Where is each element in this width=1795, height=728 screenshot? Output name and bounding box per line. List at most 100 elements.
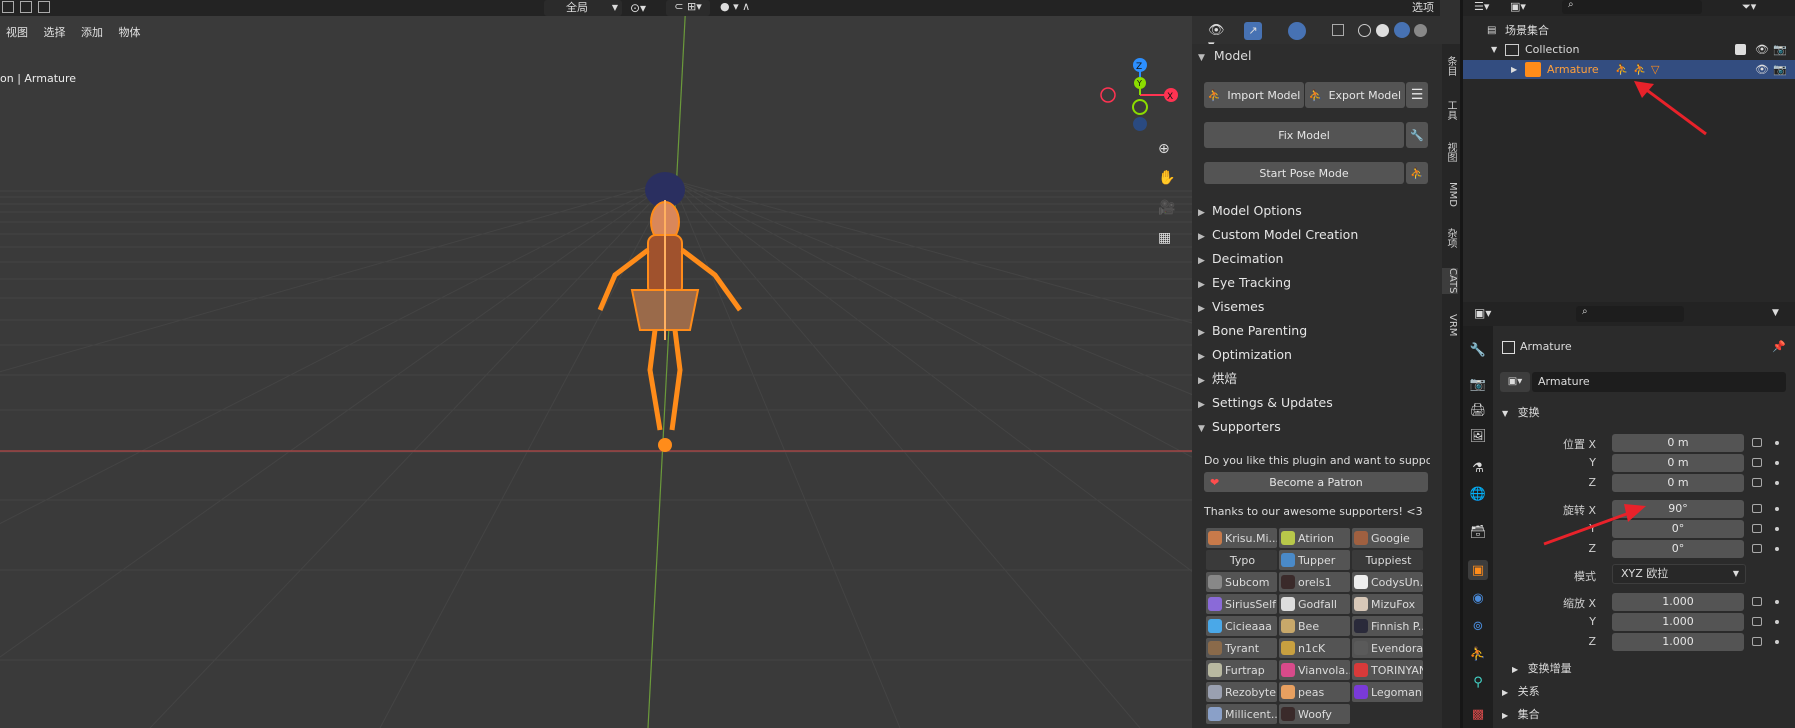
become-patron-button[interactable]: ❤ Become a Patron [1204,472,1428,492]
select-mode-icons[interactable] [2,1,57,14]
lock-icon[interactable] [1752,504,1762,513]
sidebar-tab-cats[interactable]: CATS [1442,268,1458,294]
supporter-button[interactable]: Googie [1352,528,1423,548]
camera-icon[interactable]: 🎥 [1158,200,1176,218]
supporter-button[interactable]: CodysUn... [1352,572,1423,592]
supporter-button[interactable]: Tyrant [1206,638,1277,658]
supporter-button[interactable]: Tuppiest [1352,550,1423,570]
location-z-field[interactable]: 0 m [1612,474,1744,492]
collections-header[interactable]: ▶ 集合 [1500,706,1540,724]
section-optimization[interactable]: ▶ Optimization [1198,344,1442,366]
tool-tab-icon[interactable]: 🔧 [1468,340,1488,360]
scene-tab-icon[interactable]: ⚗ [1468,458,1488,478]
render-tab-icon[interactable]: 📷 [1468,374,1488,394]
xray-toggle-icon[interactable] [1332,24,1344,36]
supporter-button[interactable]: MizuFox [1352,594,1423,614]
supporter-button[interactable]: Legoman... [1352,682,1423,702]
transform-orientation-dropdown[interactable]: 全局 ▼ [544,0,622,16]
supporter-button[interactable]: Krisu.Mi... [1206,528,1277,548]
supporter-button[interactable]: Tupper [1279,550,1350,570]
sidebar-tab-vrm[interactable]: VRM [1442,314,1458,336]
menu-object[interactable]: 物体 [119,25,141,41]
object-name-field[interactable]: Armature [1532,372,1786,392]
keyframe-dot-icon[interactable] [1775,600,1779,604]
location-y-field[interactable]: 0 m [1612,454,1744,472]
location-x-field[interactable]: 0 m [1612,434,1744,452]
lock-icon[interactable] [1752,438,1762,447]
keyframe-dot-icon[interactable] [1775,527,1779,531]
armature-data-tab-icon[interactable]: ⛹ [1468,644,1488,664]
navigation-gizmo[interactable]: Z X Y [1096,50,1186,140]
menu-add[interactable]: 添加 [81,25,103,41]
chevron-down-icon[interactable]: ▼ [1772,308,1779,318]
export-model-button[interactable]: ⛹ Export Model [1305,82,1405,108]
scale-y-field[interactable]: 1.000 [1612,613,1744,631]
section-settings-updates[interactable]: ▶ Settings & Updates [1198,392,1442,414]
viewport-3d[interactable]: 全局 ▼ ⊙▾ ⊂ ⊞▾ ● ▾ ∧ 选项 视图 选择 添加 物体 on | A… [0,0,1440,728]
transform-section-header[interactable]: ▼ 变换 [1500,404,1790,422]
menu-view[interactable]: 视图 [6,25,28,41]
import-model-button[interactable]: ⛹ Import Model [1204,82,1304,108]
lock-icon[interactable] [1752,637,1762,646]
view-layer-tab-icon[interactable]: 🖼 [1468,426,1488,446]
supporter-button[interactable]: Vianvola... [1279,660,1350,680]
section-visemes[interactable]: ▶ Visemes [1198,296,1442,318]
object-tab-icon[interactable]: ▣ [1468,560,1488,580]
keyframe-dot-icon[interactable] [1775,461,1779,465]
outliner-display-mode-icon[interactable]: ☰▾ [1474,0,1489,13]
physics-tab-icon[interactable]: ◉ [1468,588,1488,608]
keyframe-dot-icon[interactable] [1775,640,1779,644]
collection-tab-icon[interactable]: 🗃 [1468,522,1488,542]
delta-transform-header[interactable]: ▶ 变换增量 [1512,660,1572,678]
options-dropdown[interactable]: 选项 [1412,0,1440,16]
collection-row[interactable]: ▼ Collection 👁 📷 [1463,41,1795,59]
start-pose-mode-button[interactable]: Start Pose Mode [1204,162,1404,184]
section-supporters[interactable]: ▼ Supporters [1198,416,1442,438]
overlay-toggle-icon[interactable] [1288,22,1306,40]
supporter-button[interactable]: Furtrap [1206,660,1277,680]
sidebar-tab-misc[interactable]: 杂项 [1442,228,1458,248]
eye-icon[interactable]: 👁 [1755,60,1769,79]
outliner-search-input[interactable]: ⌕ [1562,0,1702,14]
armature-row[interactable]: ▶ Armature ⛹ ⛹ ▽ 👁 📷 [1463,60,1795,79]
keyframe-dot-icon[interactable] [1775,620,1779,624]
supporter-button[interactable]: Atirion [1279,528,1350,548]
sidebar-tab-mmd[interactable]: MMD [1442,182,1458,207]
sidebar-tab-item[interactable]: 条目 [1442,56,1458,76]
bone-tab-icon[interactable]: ⚲ [1468,672,1488,692]
keyframe-dot-icon[interactable] [1775,441,1779,445]
section-eye-tracking[interactable]: ▶ Eye Tracking [1198,272,1442,294]
zoom-icon[interactable]: ⊕ [1158,141,1176,159]
sidebar-tab-view[interactable]: 视图 [1442,142,1458,162]
supporter-button[interactable]: peas [1279,682,1350,702]
lock-icon[interactable] [1752,544,1762,553]
keyframe-dot-icon[interactable] [1775,547,1779,551]
model-menu-button[interactable]: ☰ [1406,82,1428,108]
supporter-button[interactable]: Millicent... [1206,704,1277,724]
section-decimation[interactable]: ▶ Decimation [1198,248,1442,270]
section-bake[interactable]: ▶ 烘焙 [1198,368,1442,390]
select-subtract-icon[interactable] [38,1,50,13]
lock-icon[interactable] [1752,478,1762,487]
section-custom-model-creation[interactable]: ▶ Custom Model Creation [1198,224,1442,246]
supporter-button[interactable]: Godfall [1279,594,1350,614]
checkbox-icon[interactable] [1735,44,1746,55]
shading-solid-icon[interactable] [1376,24,1389,37]
scale-x-field[interactable]: 1.000 [1612,593,1744,611]
pivot-dropdown[interactable]: ⊙▾ [630,1,658,15]
sidebar-tab-tool[interactable]: 工具 [1442,100,1458,120]
scale-z-field[interactable]: 1.000 [1612,633,1744,651]
object-selector-dropdown[interactable]: ▣▾ [1500,372,1530,392]
ortho-grid-icon[interactable]: ▦ [1158,230,1176,248]
outliner-filter-icon[interactable]: ▣▾ [1510,0,1526,13]
fix-model-button[interactable]: Fix Model [1204,122,1404,148]
section-model-options[interactable]: ▶ Model Options [1198,200,1442,222]
supporter-button[interactable]: Subcom [1206,572,1277,592]
supporter-button[interactable]: Rezobyte [1206,682,1277,702]
scene-collection-row[interactable]: ▤ 场景集合 [1463,22,1795,40]
lock-icon[interactable] [1752,597,1762,606]
gizmo-toggle-icon[interactable]: ↗ [1244,22,1262,40]
snap-toggle[interactable]: ⊂ ⊞▾ [666,0,710,16]
supporter-button[interactable]: n1cK [1279,638,1350,658]
shading-rendered-icon[interactable] [1414,24,1427,37]
